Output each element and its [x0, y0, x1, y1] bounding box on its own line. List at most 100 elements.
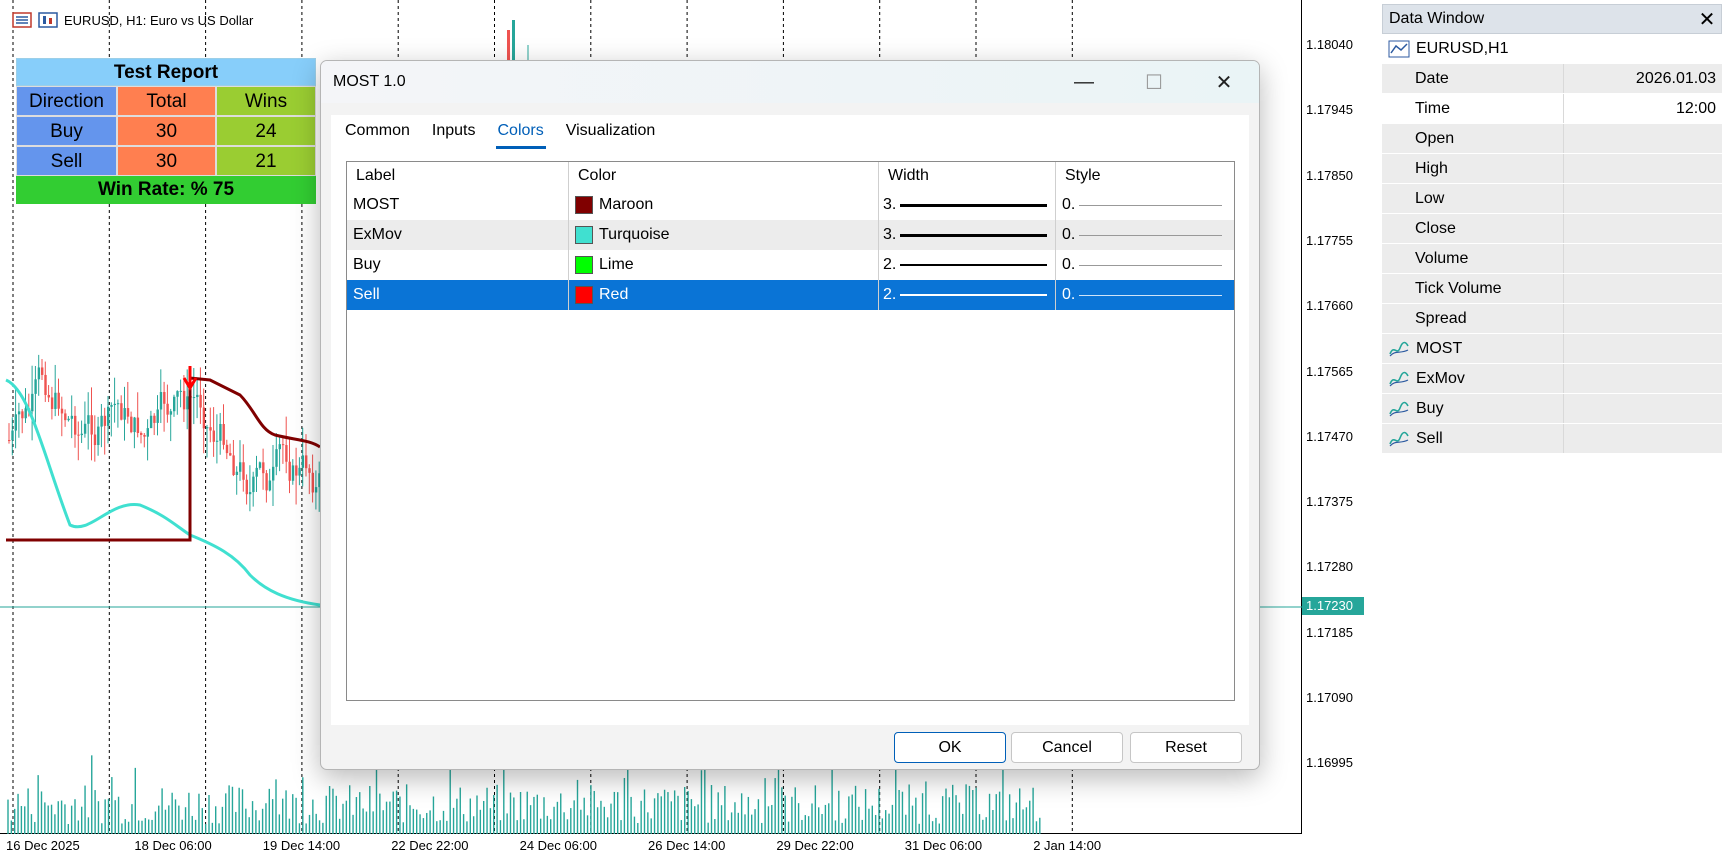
style-picker[interactable]: 0.: [1056, 280, 1234, 310]
indicator-name: MOST: [1382, 334, 1564, 363]
indicator-name: Sell: [1382, 424, 1564, 453]
width-picker[interactable]: 2.: [879, 250, 1056, 280]
test-report-title: Test Report: [16, 58, 316, 86]
price-tick-label: 1.17090: [1306, 690, 1353, 705]
color-name: Red: [599, 286, 629, 303]
candle-body: [512, 20, 515, 65]
test-report-row-sell: Sell 30 21: [16, 146, 316, 176]
test-report-panel: Test Report Direction Total Wins Buy 30 …: [16, 58, 316, 204]
reset-button[interactable]: Reset: [1130, 732, 1242, 763]
column-header-width[interactable]: Width: [879, 162, 1056, 190]
header-wins: Wins: [216, 86, 316, 116]
color-swatch: [575, 256, 593, 274]
field-value: 2026.01.03: [1635, 70, 1716, 87]
style-value: 0.: [1062, 226, 1076, 243]
indicator-icon: [1389, 371, 1409, 386]
field-name: Close: [1382, 214, 1564, 243]
grid-row-buy[interactable]: Buy Lime 2. 0.: [347, 250, 1234, 280]
field-label: Time: [1415, 99, 1450, 117]
tab-common[interactable]: Common: [343, 119, 412, 149]
color-name: Turquoise: [599, 226, 670, 243]
candle-body: [301, 455, 305, 468]
candle-body: [113, 403, 116, 406]
indicator-value: [1564, 364, 1722, 393]
price-tick-label: 1.17755: [1306, 232, 1353, 248]
width-picker[interactable]: 2.: [879, 280, 1056, 310]
data-row-date: Date 2026.01.03: [1382, 64, 1722, 94]
field-label: Close: [1415, 219, 1456, 237]
candle-body: [87, 415, 90, 424]
row-label: ExMov: [347, 220, 569, 250]
candle-body: [314, 487, 318, 493]
candle-body: [74, 415, 77, 435]
minimize-icon[interactable]: —: [1049, 61, 1119, 103]
time-tick-label: 31 Dec 06:00: [904, 838, 983, 853]
candle-body: [163, 392, 166, 404]
candle-body: [291, 465, 295, 481]
price-tick-label: 1.17185: [1306, 624, 1353, 640]
style-picker[interactable]: 0.: [1056, 190, 1234, 220]
candle-body: [31, 393, 34, 412]
candle-body: [41, 367, 44, 375]
tab-visualization[interactable]: Visualization: [564, 119, 658, 149]
candle-body: [107, 406, 110, 426]
price-tick-label: 1.17470: [1306, 428, 1353, 444]
data-row-low: Low: [1382, 184, 1722, 214]
color-picker[interactable]: Red: [569, 280, 879, 310]
chart-list-icon[interactable]: [12, 12, 32, 28]
style-value: 0.: [1062, 256, 1076, 273]
candle-body: [90, 415, 93, 435]
candle-body: [166, 403, 169, 415]
width-picker[interactable]: 3.: [879, 220, 1056, 250]
dialog-titlebar[interactable]: MOST 1.0 — ☐ ✕: [321, 61, 1259, 103]
width-picker[interactable]: 3.: [879, 190, 1056, 220]
tab-inputs[interactable]: Inputs: [430, 119, 478, 149]
candle-body: [272, 466, 275, 481]
wins-cell: 24: [216, 116, 316, 146]
terminal-window: EURUSD, H1: Euro vs US Dollar 1.18040 1.1…: [0, 0, 1722, 865]
column-header-label[interactable]: Label: [347, 162, 569, 190]
close-icon[interactable]: ✕: [1189, 61, 1259, 103]
maximize-icon[interactable]: ☐: [1119, 61, 1189, 103]
current-price-label: 1.17230: [1302, 597, 1364, 615]
color-picker[interactable]: Maroon: [569, 190, 879, 220]
close-icon[interactable]: ✕: [1693, 7, 1721, 32]
field-label: Low: [1415, 189, 1445, 207]
candle-body: [239, 462, 242, 472]
grid-row-sell[interactable]: Sell Red 2. 0.: [347, 280, 1234, 310]
candle-body: [17, 411, 21, 415]
ok-button[interactable]: OK: [894, 732, 1006, 763]
field-value: 12:00: [1675, 100, 1716, 117]
candle-body: [83, 423, 87, 434]
column-header-style[interactable]: Style: [1056, 162, 1234, 190]
style-picker[interactable]: 0.: [1056, 220, 1234, 250]
color-picker[interactable]: Lime: [569, 250, 879, 280]
price-tick-label: 1.18040: [1306, 37, 1353, 52]
indicator-label: ExMov: [1416, 369, 1465, 387]
colors-grid: Label Color Width Style MOST Maroon 3. 0…: [346, 161, 1235, 701]
candlestick-icon[interactable]: [38, 12, 58, 28]
candle-body: [24, 408, 27, 419]
field-label: Date: [1415, 69, 1449, 87]
column-header-color[interactable]: Color: [569, 162, 879, 190]
candle-body: [57, 392, 60, 409]
line-chart-icon: [1388, 40, 1410, 58]
data-window-header[interactable]: Data Window ✕: [1382, 4, 1722, 34]
field-value: [1564, 214, 1722, 243]
data-window-symbol: EURUSD,H1: [1382, 34, 1722, 64]
candle-body: [242, 462, 245, 480]
indicator-icon: [1389, 431, 1409, 446]
candle-body: [21, 411, 24, 419]
field-value: [1564, 244, 1722, 273]
grid-row-exmov[interactable]: ExMov Turquoise 3. 0.: [347, 220, 1234, 250]
tab-colors[interactable]: Colors: [495, 119, 546, 149]
grid-row-most[interactable]: MOST Maroon 3. 0.: [347, 190, 1234, 220]
color-picker[interactable]: Turquoise: [569, 220, 879, 250]
candle-body: [262, 462, 265, 474]
dialog-footer: OK Cancel Reset: [321, 725, 1259, 769]
candle-body: [295, 465, 298, 476]
cancel-button[interactable]: Cancel: [1011, 732, 1123, 763]
style-picker[interactable]: 0.: [1056, 250, 1234, 280]
price-tick-label: 1.17850: [1306, 167, 1353, 183]
candle-body: [179, 390, 182, 392]
